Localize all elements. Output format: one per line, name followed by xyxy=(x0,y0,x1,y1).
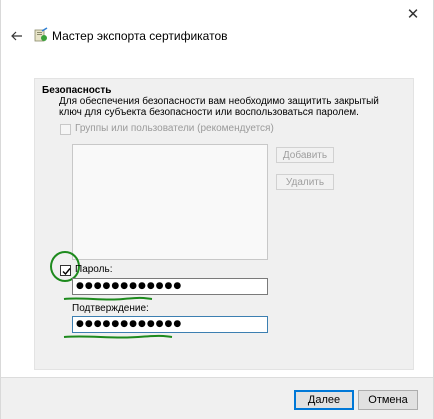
add-button[interactable]: Добавить xyxy=(276,147,334,163)
wizard-title: Мастер экспорта сертификатов xyxy=(52,29,228,43)
next-button[interactable]: Далее xyxy=(294,390,354,410)
confirm-password-field[interactable]: ●●●●●●●●●●●● xyxy=(72,316,268,333)
annotation-underline xyxy=(63,296,153,301)
close-button[interactable]: ✕ xyxy=(401,4,425,24)
section-description: Для обеспечения безопасности вам необход… xyxy=(59,96,379,118)
cancel-button[interactable]: Отмена xyxy=(358,390,418,410)
groups-list[interactable] xyxy=(72,144,268,260)
password-checkbox[interactable] xyxy=(60,265,71,276)
confirm-label: Подтверждение: xyxy=(72,303,149,314)
wizard-footer: Далее Отмена xyxy=(1,377,433,419)
security-panel: Безопасность Для обеспечения безопасност… xyxy=(34,78,414,370)
section-header: Безопасность xyxy=(42,85,112,96)
groups-checkbox[interactable] xyxy=(60,124,71,135)
certificate-export-wizard: ✕ Мастер экспорта сертификатов Безопасно… xyxy=(0,0,434,419)
groups-checkbox-label: Группы или пользователи (рекомендуется) xyxy=(75,123,274,134)
password-label: Пароль: xyxy=(75,264,113,275)
annotation-underline xyxy=(63,334,173,339)
back-button[interactable] xyxy=(9,28,25,44)
certificate-wizard-icon xyxy=(34,27,48,42)
back-arrow-icon xyxy=(11,31,22,41)
close-icon: ✕ xyxy=(406,6,420,23)
checkmark-icon xyxy=(62,268,71,276)
password-field[interactable]: ●●●●●●●●●●●● xyxy=(72,278,268,295)
remove-button[interactable]: Удалить xyxy=(276,174,334,190)
